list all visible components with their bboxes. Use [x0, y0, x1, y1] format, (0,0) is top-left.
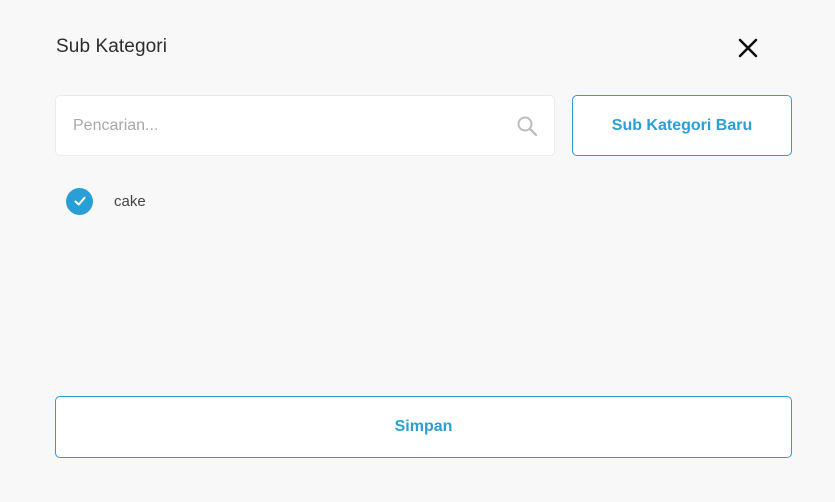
- modal-title: Sub Kategori: [56, 36, 168, 57]
- checkmark-icon: [74, 196, 85, 206]
- list-item-label: cake: [114, 192, 146, 210]
- close-icon[interactable]: [734, 34, 762, 62]
- search-input[interactable]: [73, 96, 493, 155]
- save-button-label: Simpan: [394, 418, 453, 435]
- close-button[interactable]: [734, 34, 762, 62]
- save-button[interactable]: Simpan: [55, 396, 792, 458]
- subcategory-list: cake: [66, 187, 146, 215]
- list-item[interactable]: cake: [66, 187, 146, 215]
- search-icon[interactable]: [516, 115, 538, 137]
- new-subcategory-button[interactable]: Sub Kategori Baru: [572, 95, 792, 156]
- search-box: [55, 95, 555, 156]
- checkbox-checked[interactable]: [66, 187, 93, 215]
- new-subcategory-button-label: Sub Kategori Baru: [611, 116, 753, 134]
- sub-category-modal: Sub Kategori Sub Kategori Baru cake: [0, 0, 835, 502]
